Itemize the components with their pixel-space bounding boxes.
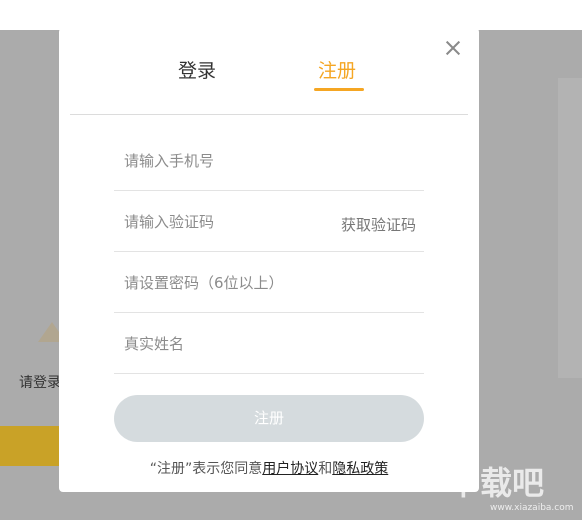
auth-tabs: 登录 注册 — [59, 56, 479, 96]
register-modal: 登录 注册 获取验证码 注册 “注册”表示您同意用户协议和隐私政策 — [59, 28, 479, 492]
background-side-panel — [558, 78, 582, 378]
real-name-input[interactable] — [124, 335, 324, 353]
verification-code-field: 获取验证码 — [114, 191, 424, 252]
tabs-divider — [70, 114, 468, 115]
phone-field — [114, 130, 424, 191]
active-tab-indicator — [314, 88, 364, 91]
register-button[interactable]: 注册 — [114, 395, 424, 442]
tab-login[interactable]: 登录 — [178, 56, 216, 83]
close-icon[interactable] — [443, 38, 463, 58]
agreement-prefix: “注册”表示您同意 — [149, 461, 263, 477]
agreement-and: 和 — [318, 461, 333, 477]
tab-register[interactable]: 注册 — [318, 56, 356, 83]
watermark-url: www.xiazaiba.com — [490, 503, 574, 513]
agreement-text: “注册”表示您同意用户协议和隐私政策 — [59, 458, 479, 478]
background-login-hint: 请登录 — [19, 375, 61, 391]
real-name-field — [114, 313, 424, 374]
verification-code-input[interactable] — [124, 213, 324, 231]
get-code-button[interactable]: 获取验证码 — [341, 214, 416, 235]
phone-input[interactable] — [124, 152, 324, 170]
watermark-logo: 下载吧 — [448, 464, 545, 502]
password-input[interactable] — [124, 274, 324, 292]
background-header — [0, 0, 582, 30]
background-yellow-button — [0, 426, 60, 466]
privacy-policy-link[interactable]: 隐私政策 — [332, 461, 388, 477]
user-agreement-link[interactable]: 用户协议 — [262, 461, 318, 477]
password-field — [114, 252, 424, 313]
